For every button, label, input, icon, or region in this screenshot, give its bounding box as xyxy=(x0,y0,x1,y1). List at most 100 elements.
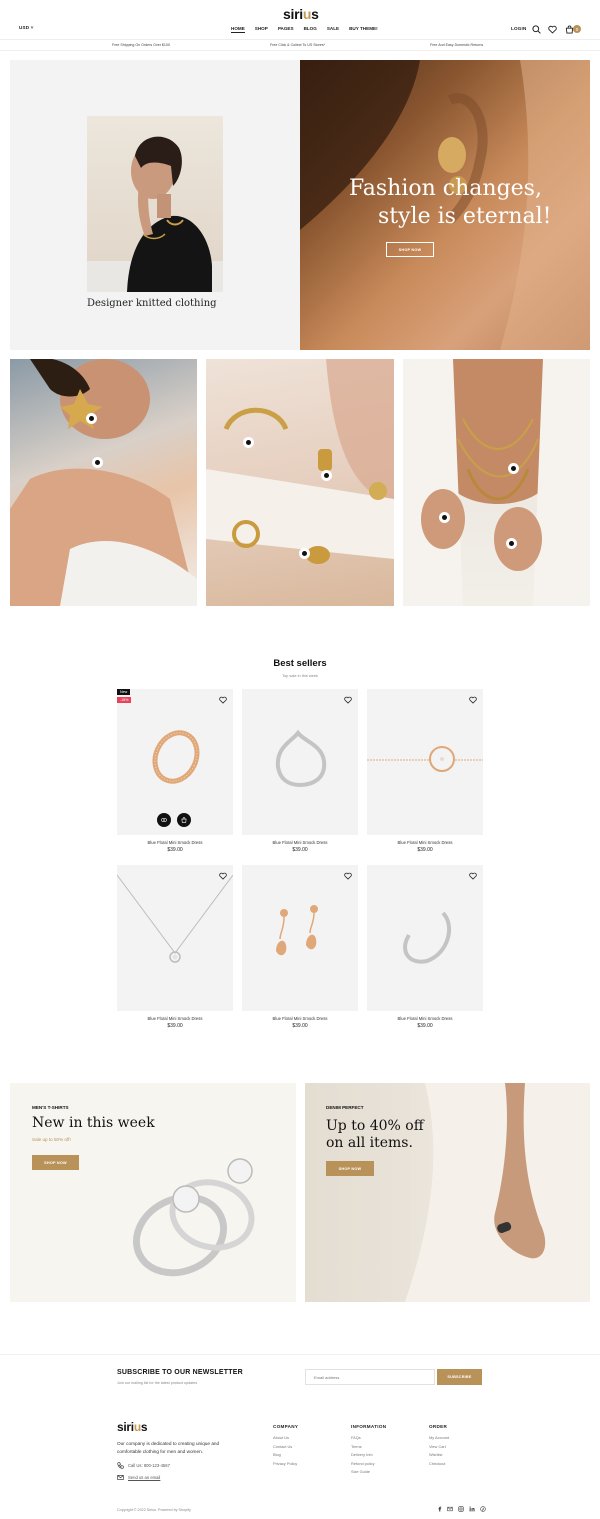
footer-link[interactable]: Wishlist xyxy=(429,1451,449,1460)
eye-icon xyxy=(161,818,167,822)
rose-gold-earrings-image xyxy=(276,905,318,956)
login-link[interactable]: LOGIN xyxy=(511,26,527,31)
footer-column-title: INFORMATION xyxy=(351,1424,387,1429)
nav-home[interactable]: HOME xyxy=(231,26,245,33)
product-name[interactable]: Blue Floral Mini Smock Dress xyxy=(117,840,233,845)
promo-right-title-line2: on all items. xyxy=(326,1135,413,1151)
newsletter-email-input[interactable] xyxy=(305,1369,435,1385)
product-card-4[interactable] xyxy=(117,865,233,1011)
product-name[interactable]: Blue Floral Mini Smock Dress xyxy=(117,1016,233,1021)
hero-title-line2: style is eternal! xyxy=(378,204,552,229)
nav-shop[interactable]: SHOP xyxy=(255,26,268,33)
lookbook-image-1 xyxy=(10,359,197,606)
hotspot-6[interactable] xyxy=(508,463,519,474)
instagram-icon[interactable] xyxy=(458,1506,464,1512)
notice-bar: Free Shipping On Orders Over $100 Free C… xyxy=(0,40,600,51)
footer-email-link[interactable]: Send us an email xyxy=(128,1475,160,1480)
product-price: $39.00 xyxy=(292,847,308,853)
product-card-5[interactable] xyxy=(242,865,358,1011)
search-icon[interactable] xyxy=(532,25,541,34)
main-nav: HOME SHOP PAGES BLOG SALE BUY THEME! xyxy=(231,26,378,33)
currency-selector[interactable]: USD ˅ xyxy=(19,25,34,30)
wishlist-heart-icon[interactable] xyxy=(219,696,227,704)
linkedin-icon[interactable] xyxy=(469,1506,475,1512)
product-card-1[interactable]: New -18% xyxy=(117,689,233,835)
product-name[interactable]: Blue Floral Mini Smock Dress xyxy=(242,1016,358,1021)
product-card-6[interactable] xyxy=(367,865,483,1011)
footer-column-title: COMPANY xyxy=(273,1424,299,1429)
hero-left-panel: Designer knitted clothing xyxy=(10,60,300,350)
newsletter-section: SUBSCRIBE TO OUR NEWSLETTER Join our mai… xyxy=(0,1354,600,1399)
footer-link[interactable]: Blog xyxy=(273,1451,298,1460)
nav-sale[interactable]: SALE xyxy=(327,26,339,33)
copyright: Copyright © 2022 Sirius. Powered by Shop… xyxy=(117,1508,191,1512)
footer-link[interactable]: Refund policy xyxy=(351,1460,386,1469)
heart-icon[interactable] xyxy=(548,25,557,34)
wishlist-heart-icon[interactable] xyxy=(469,696,477,704)
product-name[interactable]: Blue Floral Mini Smock Dress xyxy=(367,1016,483,1021)
diamond-rings-image xyxy=(132,1158,255,1277)
notice-collect: Free Click & Collect To US Stores* xyxy=(270,43,326,47)
footer-link[interactable]: View Cart xyxy=(429,1443,449,1452)
footer-link[interactable]: About Us xyxy=(273,1434,298,1443)
wishlist-heart-icon[interactable] xyxy=(469,872,477,880)
nav-blog[interactable]: BLOG xyxy=(304,26,317,33)
phone-icon xyxy=(117,1462,124,1469)
quick-view-button[interactable] xyxy=(157,813,171,827)
product-card-2[interactable] xyxy=(242,689,358,835)
hotspot-8[interactable] xyxy=(506,538,517,549)
site-header: USD ˅ sirius HOME SHOP PAGES BLOG SALE B… xyxy=(0,0,600,40)
product-price: $39.00 xyxy=(417,1023,433,1029)
hotspot-7[interactable] xyxy=(439,512,450,523)
pinterest-icon[interactable] xyxy=(480,1506,486,1512)
footer-link[interactable]: Size Guide xyxy=(351,1468,386,1477)
promo-left-shop-button[interactable]: SHOP NOW xyxy=(32,1155,79,1170)
promo-right-panel: DENIM PERFECT Up to 40% off on all items… xyxy=(305,1083,590,1302)
promo-left-title: New in this week xyxy=(32,1115,155,1131)
footer-company-column: COMPANY About Us Contact Us Blog Privacy… xyxy=(273,1424,298,1468)
wishlist-heart-icon[interactable] xyxy=(344,872,352,880)
add-to-cart-button[interactable] xyxy=(177,813,191,827)
footer-link[interactable]: Checkout xyxy=(429,1460,449,1469)
silver-chevron-ring-image xyxy=(275,729,327,787)
product-name[interactable]: Blue Floral Mini Smock Dress xyxy=(242,840,358,845)
bestsellers-subtitle: Top sale in this week xyxy=(282,673,318,678)
rose-gold-ring-image xyxy=(152,730,200,784)
social-links xyxy=(437,1506,486,1512)
wishlist-heart-icon[interactable] xyxy=(344,696,352,704)
silver-necklace-image xyxy=(117,874,233,963)
lookbook-image-2 xyxy=(206,359,394,606)
logo[interactable]: sirius xyxy=(283,6,319,22)
cart-count-badge: 0 xyxy=(573,25,581,33)
footer-link[interactable]: My Account xyxy=(429,1434,449,1443)
hotspot-2[interactable] xyxy=(92,457,103,468)
rose-gold-bracelet-image xyxy=(367,746,483,772)
hero-shop-now-button[interactable]: SHOP NOW xyxy=(386,242,434,257)
promo-right-eyebrow: DENIM PERFECT xyxy=(326,1105,364,1110)
hotspot-3[interactable] xyxy=(243,437,254,448)
nav-buy-theme[interactable]: BUY THEME! xyxy=(349,26,378,33)
footer-phone[interactable]: Call Us: 800-123-4567 xyxy=(128,1463,170,1468)
product-name[interactable]: Blue Floral Mini Smock Dress xyxy=(367,840,483,845)
nav-pages[interactable]: PAGES xyxy=(278,26,294,33)
promo-left-sub: Sale up to 50% off! xyxy=(32,1137,71,1142)
promo-left-eyebrow: MEN'S T-SHIRTS xyxy=(32,1105,69,1110)
newsletter-subtitle: Join our mailing list for the latest pro… xyxy=(117,1381,198,1385)
footer-link[interactable]: Terms xyxy=(351,1443,386,1452)
subscribe-button[interactable]: SUBSCRIBE xyxy=(437,1369,482,1385)
hotspot-4[interactable] xyxy=(321,470,332,481)
footer-information-column: INFORMATION FAQs Terms Delivery Info Ref… xyxy=(351,1424,386,1477)
facebook-icon[interactable] xyxy=(437,1506,442,1512)
mail-icon[interactable] xyxy=(447,1506,453,1512)
promo-left-panel: MEN'S T-SHIRTS New in this week Sale up … xyxy=(10,1083,296,1302)
footer-link[interactable]: Contact Us xyxy=(273,1443,298,1452)
footer-link[interactable]: Privacy Policy xyxy=(273,1460,298,1469)
hero-right-image: Fashion changes, style is eternal! SHOP … xyxy=(300,60,590,350)
hotspot-5[interactable] xyxy=(299,548,310,559)
product-card-3[interactable] xyxy=(367,689,483,835)
footer-link[interactable]: Delivery Info xyxy=(351,1451,386,1460)
hotspot-1[interactable] xyxy=(86,413,97,424)
footer-link[interactable]: FAQs xyxy=(351,1434,386,1443)
footer-logo[interactable]: sirius xyxy=(117,1420,148,1434)
promo-right-shop-button[interactable]: SHOP NOW xyxy=(326,1161,374,1176)
